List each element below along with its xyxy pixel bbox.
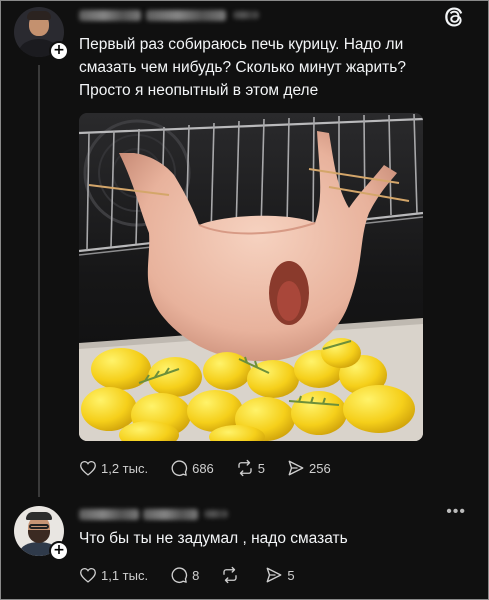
comment-reply-count: 8 bbox=[192, 567, 200, 583]
repost-count: 5 bbox=[257, 460, 266, 476]
threads-logo-icon[interactable] bbox=[442, 5, 466, 29]
post-timestamp-blurred bbox=[233, 11, 259, 19]
like-button[interactable]: 1,2 тыс. bbox=[79, 460, 148, 476]
comment-share-count: 5 bbox=[287, 567, 295, 583]
comment-actions: 1,1 тыс. 8 5 bbox=[79, 566, 317, 584]
follow-plus-icon[interactable]: + bbox=[49, 41, 69, 61]
comment-count: 686 bbox=[192, 460, 214, 476]
thread-connector-line bbox=[38, 65, 40, 497]
post-author-username-blurred-2[interactable] bbox=[146, 10, 226, 21]
heart-icon bbox=[80, 567, 96, 583]
comment-repost-button[interactable] bbox=[221, 566, 243, 584]
comment-follow-plus-icon[interactable]: + bbox=[49, 541, 69, 561]
comment-timestamp-blurred bbox=[204, 510, 228, 518]
share-count: 256 bbox=[309, 460, 331, 476]
post-photo[interactable] bbox=[79, 113, 423, 441]
repost-button[interactable]: 5 bbox=[236, 459, 265, 477]
repost-icon bbox=[223, 566, 238, 584]
send-icon bbox=[266, 567, 282, 583]
roast-chicken-photo bbox=[79, 113, 423, 441]
repost-icon bbox=[238, 459, 252, 477]
comment-share-button[interactable]: 5 bbox=[265, 566, 295, 584]
comment-bubble-icon bbox=[171, 460, 188, 477]
share-button[interactable]: 256 bbox=[287, 459, 331, 477]
comment-author-username-blurred[interactable] bbox=[79, 509, 139, 520]
comment-like-count: 1,1 тыс. bbox=[101, 567, 149, 583]
comment-reply-button[interactable]: 8 bbox=[170, 566, 199, 584]
more-dots-icon[interactable]: ••• bbox=[446, 503, 466, 521]
send-icon bbox=[288, 460, 304, 476]
comment-button[interactable]: 686 bbox=[170, 459, 214, 477]
comment-bubble-icon bbox=[171, 567, 188, 584]
comment-like-button[interactable]: 1,1 тыс. bbox=[79, 567, 148, 583]
post-text: Первый раз собираюсь печь курицу. Надо л… bbox=[79, 36, 406, 99]
heart-icon bbox=[80, 460, 96, 476]
like-count: 1,2 тыс. bbox=[101, 460, 149, 476]
comment-text: Что бы ты не задумал , надо смазать bbox=[79, 530, 348, 547]
post-actions: 1,2 тыс. 686 5 256 bbox=[79, 459, 353, 477]
threads-feed: + Первый раз собираюсь печь курицу. Надо… bbox=[0, 0, 489, 600]
comment-author-username-blurred-2[interactable] bbox=[143, 509, 198, 520]
post-author-username-blurred[interactable] bbox=[79, 10, 141, 21]
